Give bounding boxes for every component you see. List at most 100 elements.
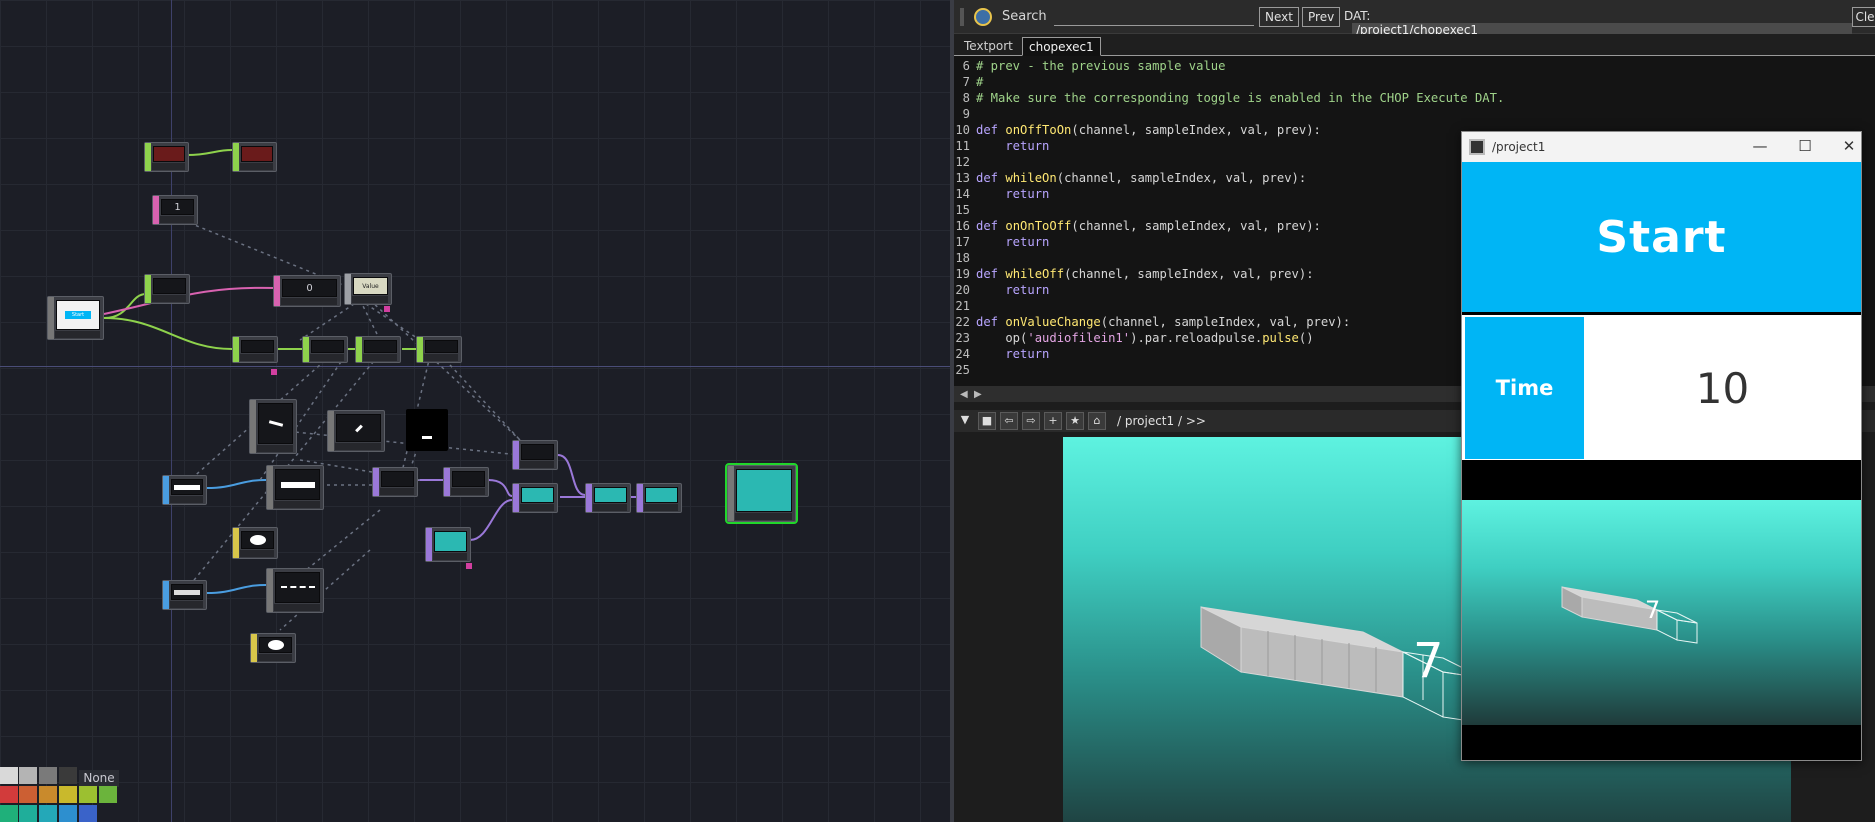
line-number: 14: [955, 187, 970, 201]
palette-swatch[interactable]: [99, 786, 117, 803]
container1-node[interactable]: Start: [47, 296, 104, 340]
search-input[interactable]: [1054, 8, 1254, 26]
clear-button[interactable]: Cle: [1852, 7, 1875, 27]
palette-swatch[interactable]: [59, 767, 77, 784]
code-line[interactable]: 7 #: [954, 74, 984, 90]
top-node-d[interactable]: [443, 467, 489, 497]
top-node-h[interactable]: [636, 483, 682, 513]
sop-node-b[interactable]: [266, 465, 324, 510]
palette-swatch[interactable]: [19, 805, 37, 822]
network-path[interactable]: / project1 / >>: [1117, 414, 1206, 428]
maximize-icon[interactable]: ☐: [1790, 135, 1820, 159]
code-token: def: [976, 267, 1006, 281]
top-node-e[interactable]: [512, 440, 558, 470]
chop-node-b[interactable]: [302, 336, 348, 363]
start-button[interactable]: Start: [1462, 162, 1861, 312]
code-line[interactable]: 14 return: [954, 186, 1049, 202]
top-node-f[interactable]: [512, 483, 558, 513]
close-icon[interactable]: ✕: [1834, 135, 1864, 159]
palette-swatch[interactable]: [19, 786, 37, 803]
code-line[interactable]: 18: [954, 250, 976, 266]
constant1-node[interactable]: 1: [152, 195, 198, 225]
top-node-render[interactable]: [425, 527, 471, 562]
sop-node-a[interactable]: [162, 475, 207, 505]
forward-icon[interactable]: ⇨: [1022, 412, 1040, 430]
code-line[interactable]: 15: [954, 202, 976, 218]
drag-handle-icon[interactable]: [960, 8, 964, 26]
scroll-right-icon[interactable]: ▶: [974, 389, 982, 400]
code-line[interactable]: 9: [954, 106, 976, 122]
node-wires: [103, 149, 636, 631]
code-line[interactable]: 12: [954, 154, 976, 170]
code-token: def: [976, 315, 1006, 329]
code-line[interactable]: 16 def onOnToOff(channel, sampleIndex, va…: [954, 218, 1321, 234]
palette-swatch[interactable]: [39, 805, 57, 822]
code-token: # prev - the previous sample value: [976, 59, 1226, 73]
code-line[interactable]: 19 def whileOff(channel, sampleIndex, val…: [954, 266, 1313, 282]
top-node-line[interactable]: [249, 399, 297, 454]
next-button[interactable]: Next: [1259, 7, 1299, 27]
math1-node[interactable]: [144, 274, 190, 304]
sop-node-c[interactable]: [162, 580, 207, 610]
palette-swatch[interactable]: [19, 767, 37, 784]
palette-swatch[interactable]: [0, 767, 18, 784]
code-line[interactable]: 17 return: [954, 234, 1049, 250]
palette-swatch[interactable]: [59, 805, 77, 822]
prev-button[interactable]: Prev: [1302, 7, 1341, 27]
back-icon[interactable]: ⇦: [1000, 412, 1018, 430]
out-node-selected[interactable]: [725, 463, 798, 524]
window-titlebar[interactable]: /project1 — ☐ ✕: [1462, 132, 1861, 162]
palette-swatch[interactable]: [0, 786, 18, 803]
palette-swatch[interactable]: [39, 786, 57, 803]
material-node-b[interactable]: [250, 633, 296, 663]
code-line[interactable]: 25: [954, 362, 976, 378]
code-token: return: [976, 235, 1050, 249]
audiofilein1-node[interactable]: [144, 142, 189, 172]
palette-swatch[interactable]: [59, 786, 77, 803]
palette-swatch[interactable]: [39, 767, 57, 784]
scroll-left-icon[interactable]: ◀: [960, 389, 968, 400]
tab-textport[interactable]: Textport: [958, 37, 1019, 56]
null1-node[interactable]: 0: [273, 275, 341, 307]
code-line[interactable]: 21: [954, 298, 976, 314]
code-line[interactable]: 6 # prev - the previous sample value: [954, 58, 1226, 74]
bookmark-icon[interactable]: ★: [1066, 412, 1084, 430]
palette-swatch[interactable]: [0, 805, 18, 822]
pane-menu-icon[interactable]: ▼: [956, 412, 974, 430]
code-token: (channel, sampleIndex, val, prev):: [1071, 123, 1321, 137]
dat-path-field[interactable]: DAT:/project1/chopexec1: [1344, 9, 1875, 37]
chop-node-d[interactable]: [416, 336, 462, 363]
table1-node[interactable]: Value: [344, 273, 392, 305]
top-node-slash[interactable]: [327, 410, 385, 452]
code-line[interactable]: 13 def whileOn(channel, sampleIndex, val,…: [954, 170, 1306, 186]
chop-node-c[interactable]: [355, 336, 401, 363]
code-token: op(: [976, 331, 1028, 345]
palette-swatch[interactable]: [79, 786, 97, 803]
material-node[interactable]: [232, 527, 278, 559]
search-bar: Search Next Prev DAT:/project1/chopexec1…: [954, 0, 1875, 37]
network-editor[interactable]: 1 Start 0 Value None: [0, 0, 950, 822]
code-line[interactable]: 10 def onOffToOn(channel, sampleIndex, va…: [954, 122, 1321, 138]
stop-icon[interactable]: ■: [978, 412, 996, 430]
start-label: Start: [1596, 211, 1727, 263]
top-node-dash[interactable]: [406, 409, 448, 451]
sop-node-d[interactable]: [266, 568, 324, 613]
code-line[interactable]: 24 return: [954, 346, 1049, 362]
code-line[interactable]: 22 def onValueChange(channel, sampleIndex…: [954, 314, 1350, 330]
add-icon[interactable]: +: [1044, 412, 1062, 430]
line-number: 16: [955, 219, 970, 233]
code-line[interactable]: 23 op('audiofilein1').par.reloadpulse.pu…: [954, 330, 1313, 346]
audiodeviceout1-node[interactable]: [232, 142, 277, 172]
top-node-g[interactable]: [585, 483, 631, 513]
tab-chopexec1[interactable]: chopexec1: [1022, 37, 1101, 56]
home-icon[interactable]: ⌂: [1088, 412, 1106, 430]
perform-window[interactable]: /project1 — ☐ ✕ Start Time 10 7: [1461, 131, 1862, 761]
code-line[interactable]: 20 return: [954, 282, 1049, 298]
palette-none-label[interactable]: None: [79, 770, 119, 787]
code-line[interactable]: 11 return: [954, 138, 1049, 154]
minimize-icon[interactable]: —: [1745, 135, 1775, 159]
palette-swatch[interactable]: [79, 805, 97, 822]
top-node-c[interactable]: [372, 467, 418, 497]
chop-node-a[interactable]: [232, 336, 278, 363]
code-line[interactable]: 8 # Make sure the corresponding toggle is…: [954, 90, 1505, 106]
